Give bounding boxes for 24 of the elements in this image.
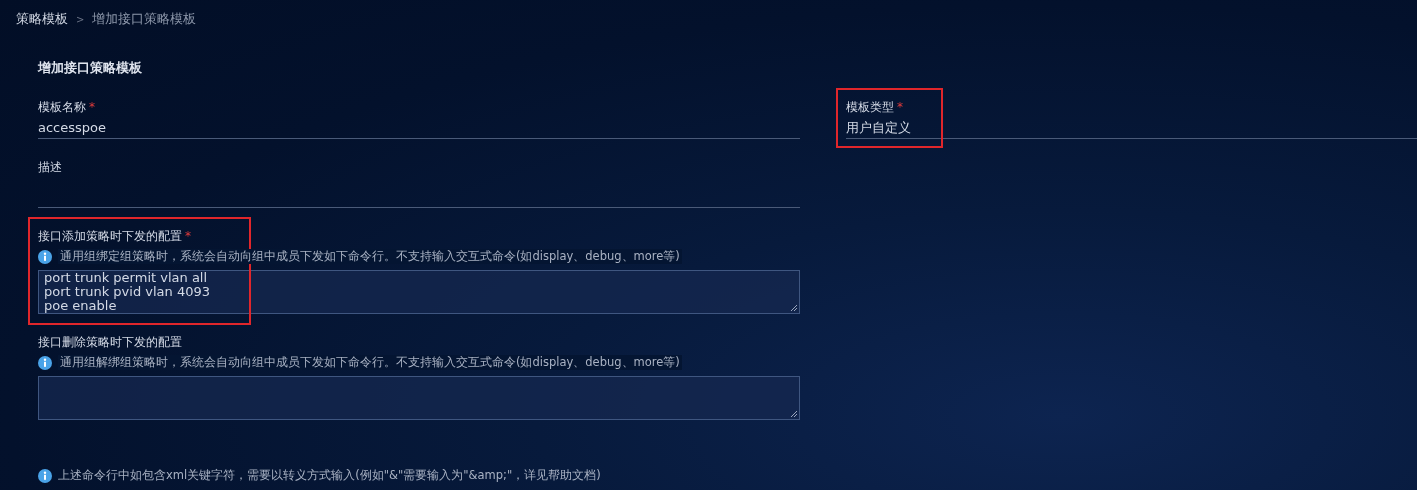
hint-text: 通用组绑定组策略时，系统会自动向组中成员下发如下命令行。不支持输入交互式命令(如display、debug、more等) bbox=[58, 249, 682, 264]
text-field[interactable]: accesspoe bbox=[38, 116, 800, 139]
required-mark: * bbox=[897, 100, 903, 114]
breadcrumb-current: 增加接口策略模板 bbox=[92, 10, 197, 28]
form-title: 增加接口策略模板 bbox=[38, 59, 142, 77]
hint-text: 通用组解绑组策略时，系统会自动向组中成员下发如下命令行。不支持输入交互式命令(如display、debug、more等) bbox=[58, 355, 682, 370]
field-label: 接口删除策略时下发的配置 bbox=[38, 334, 182, 351]
breadcrumb-link[interactable]: 策略模板 bbox=[16, 10, 68, 28]
note-text: 上述命令行中如包含xml关键字符，需要以转义方式输入(例如"&"需要输入为"&amp;"，详见帮助文档) bbox=[58, 468, 601, 483]
command-field[interactable] bbox=[38, 376, 800, 420]
field-label: 模板类型 bbox=[846, 99, 894, 116]
required-mark: * bbox=[185, 229, 191, 243]
info-icon bbox=[38, 249, 52, 264]
info-icon bbox=[38, 468, 52, 483]
command-field[interactable]: port trunk permit vlan all port trunk pvid vlan 4093 poe enable bbox=[38, 270, 800, 314]
resize-handle-icon[interactable] bbox=[790, 304, 798, 312]
field-label: 接口添加策略时下发的配置 bbox=[38, 228, 182, 245]
field-label: 描述 bbox=[38, 159, 62, 176]
resize-handle-icon[interactable] bbox=[790, 410, 798, 418]
info-icon bbox=[38, 355, 52, 370]
text-field[interactable]: 用户自定义 bbox=[846, 116, 1417, 139]
required-mark: * bbox=[89, 100, 95, 114]
field-label: 模板名称 bbox=[38, 99, 86, 116]
breadcrumb-separator: > bbox=[76, 13, 85, 25]
